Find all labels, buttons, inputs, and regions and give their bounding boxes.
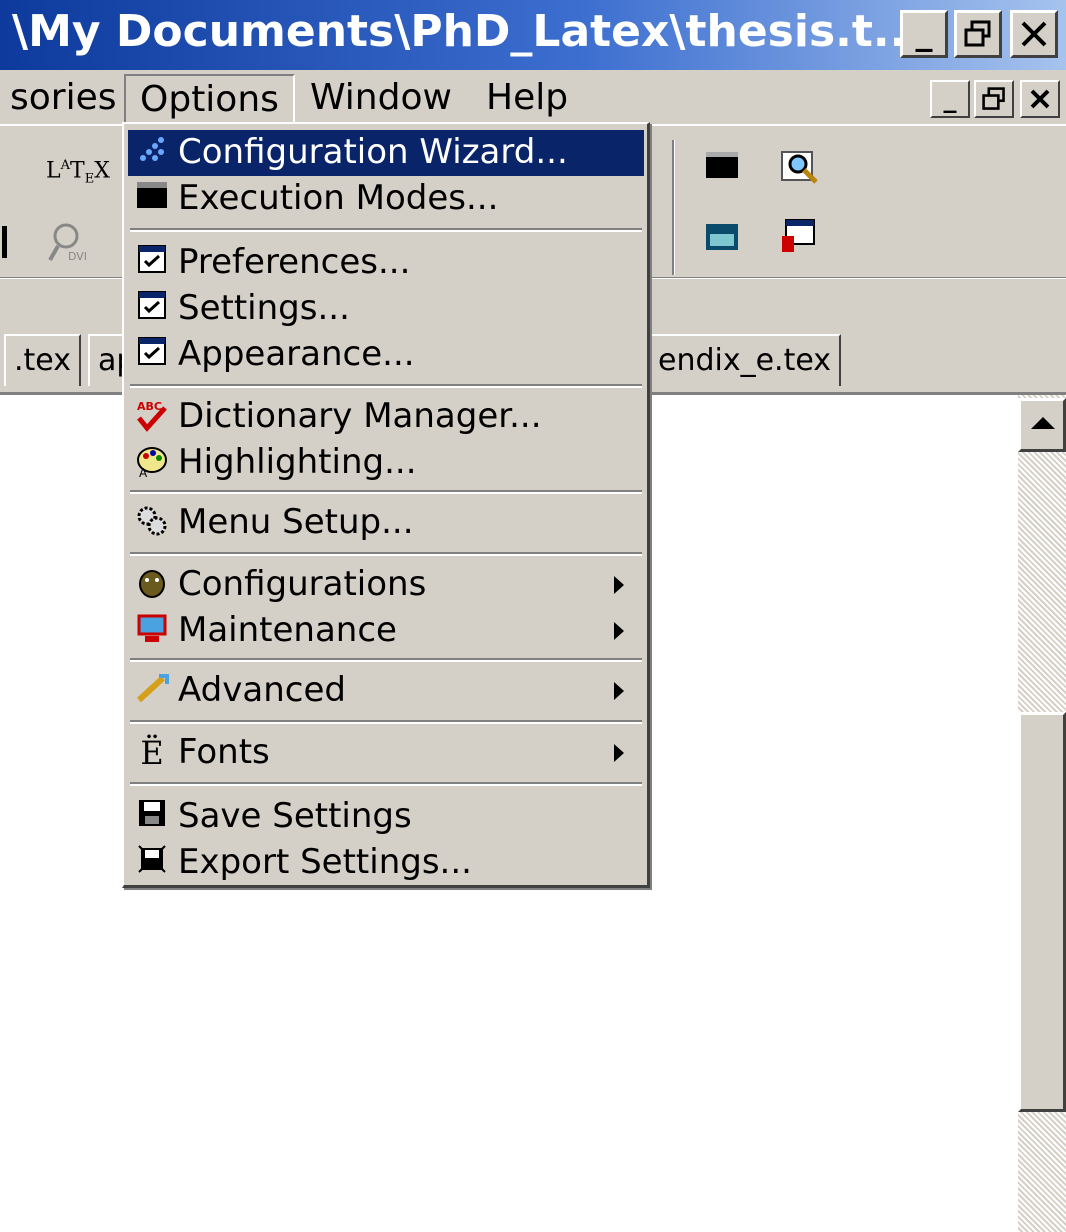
menu-item-dictionary-manager[interactable]: ABC Dictionary Manager... [128,394,644,440]
menu-item-menu-setup[interactable]: Menu Setup... [128,500,644,546]
window-title: \My Documents\PhD_Latex\thesis.t... [12,6,924,57]
close-icon [1030,89,1050,109]
appearance-icon [132,336,172,374]
configurations-icon [132,566,172,604]
spellcheck-icon: ABC [132,398,172,436]
menu-item-advanced[interactable]: Advanced [128,668,644,714]
menu-item-label: Execution Modes... [178,178,499,218]
view-icon[interactable] [704,150,740,187]
palette-icon: A [132,444,172,482]
execution-icon [132,180,172,218]
menu-item-execution-modes[interactable]: Execution Modes... [128,176,644,222]
toolbar-edge-icon[interactable] [0,222,10,269]
menu-item-appearance[interactable]: Appearance... [128,332,644,378]
menu-separator [130,658,642,662]
svg-text:DVI: DVI [68,250,87,263]
menu-item-label: Dictionary Manager... [178,396,542,436]
dvi-icon[interactable]: DVI [46,220,92,271]
menu-item-configuration-wizard[interactable]: Configuration Wizard... [128,130,644,176]
menu-item-highlighting[interactable]: A Highlighting... [128,440,644,486]
menu-separator [130,782,642,786]
advanced-icon [132,672,172,710]
minimize-button[interactable]: _ [900,10,948,58]
menu-item-label: Configuration Wizard... [178,132,568,172]
doc-close-button[interactable] [1020,80,1060,118]
export-icon [132,844,172,882]
menu-item-label: Settings... [178,288,350,328]
scroll-thumb[interactable] [1018,712,1066,1112]
menu-item-maintenance[interactable]: Maintenance [128,608,644,654]
menu-item-label: Preferences... [178,242,411,282]
menu-item-label: Fonts [178,732,270,772]
menu-separator [130,552,642,556]
menu-item-settings[interactable]: Settings... [128,286,644,332]
search-icon[interactable] [780,146,820,193]
scroll-up-button[interactable] [1018,398,1066,452]
menu-item-label: Save Settings [178,796,412,836]
calculator-icon[interactable] [704,222,740,259]
close-icon [1021,21,1047,47]
menu-item-configurations[interactable]: Configurations [128,562,644,608]
toolbar-separator [672,140,675,275]
maintenance-icon [132,612,172,650]
title-bar: \My Documents\PhD_Latex\thesis.t... _ [0,0,1066,70]
submenu-arrow-icon [614,744,624,762]
menu-item-label: Configurations [178,564,427,604]
menu-separator [130,384,642,388]
tab-appendix-e[interactable]: endix_e.tex [648,334,842,386]
options-menu: Configuration Wizard... Execution Modes.… [122,122,650,888]
latex-icon[interactable]: LATEX [46,150,110,196]
menu-item-label: Export Settings... [178,842,472,882]
settings-icon [132,290,172,328]
menu-help[interactable]: Help [472,74,582,124]
menu-item-label: Highlighting... [178,442,417,482]
menu-item-preferences[interactable]: Preferences... [128,240,644,286]
restore-icon [982,87,1005,110]
doc-restore-button[interactable] [974,80,1014,118]
svg-text:A: A [139,466,148,478]
menu-separator [130,228,642,232]
preferences-icon [132,244,172,282]
menu-item-label: Appearance... [178,334,415,374]
submenu-arrow-icon [614,622,624,640]
menu-item-label: Maintenance [178,610,397,650]
menu-item-export-settings[interactable]: Export Settings... [128,840,644,886]
submenu-arrow-icon [614,682,624,700]
save-icon [132,798,172,836]
menu-separator [130,490,642,494]
menu-window[interactable]: Window [296,74,466,124]
restore-icon [964,20,991,47]
fonts-icon: Ë [140,734,164,772]
menu-item-fonts[interactable]: Ë Fonts [128,730,644,776]
menu-options[interactable]: Options [124,74,295,124]
wizard-icon [132,134,172,172]
menu-item-label: Advanced [178,670,346,710]
tab-file-1[interactable]: .tex [4,334,81,386]
submenu-arrow-icon [614,576,624,594]
close-button[interactable] [1010,10,1058,58]
svg-text:ABC: ABC [137,400,162,413]
menu-item-label: Menu Setup... [178,502,414,542]
restore-button[interactable] [954,10,1002,58]
menu-accessories[interactable]: sories [0,74,131,124]
doc-minimize-button[interactable]: _ [930,80,970,118]
menu-item-save-settings[interactable]: Save Settings [128,794,644,840]
window-icon[interactable] [780,218,816,261]
gears-icon [132,504,172,542]
menu-separator [130,720,642,724]
